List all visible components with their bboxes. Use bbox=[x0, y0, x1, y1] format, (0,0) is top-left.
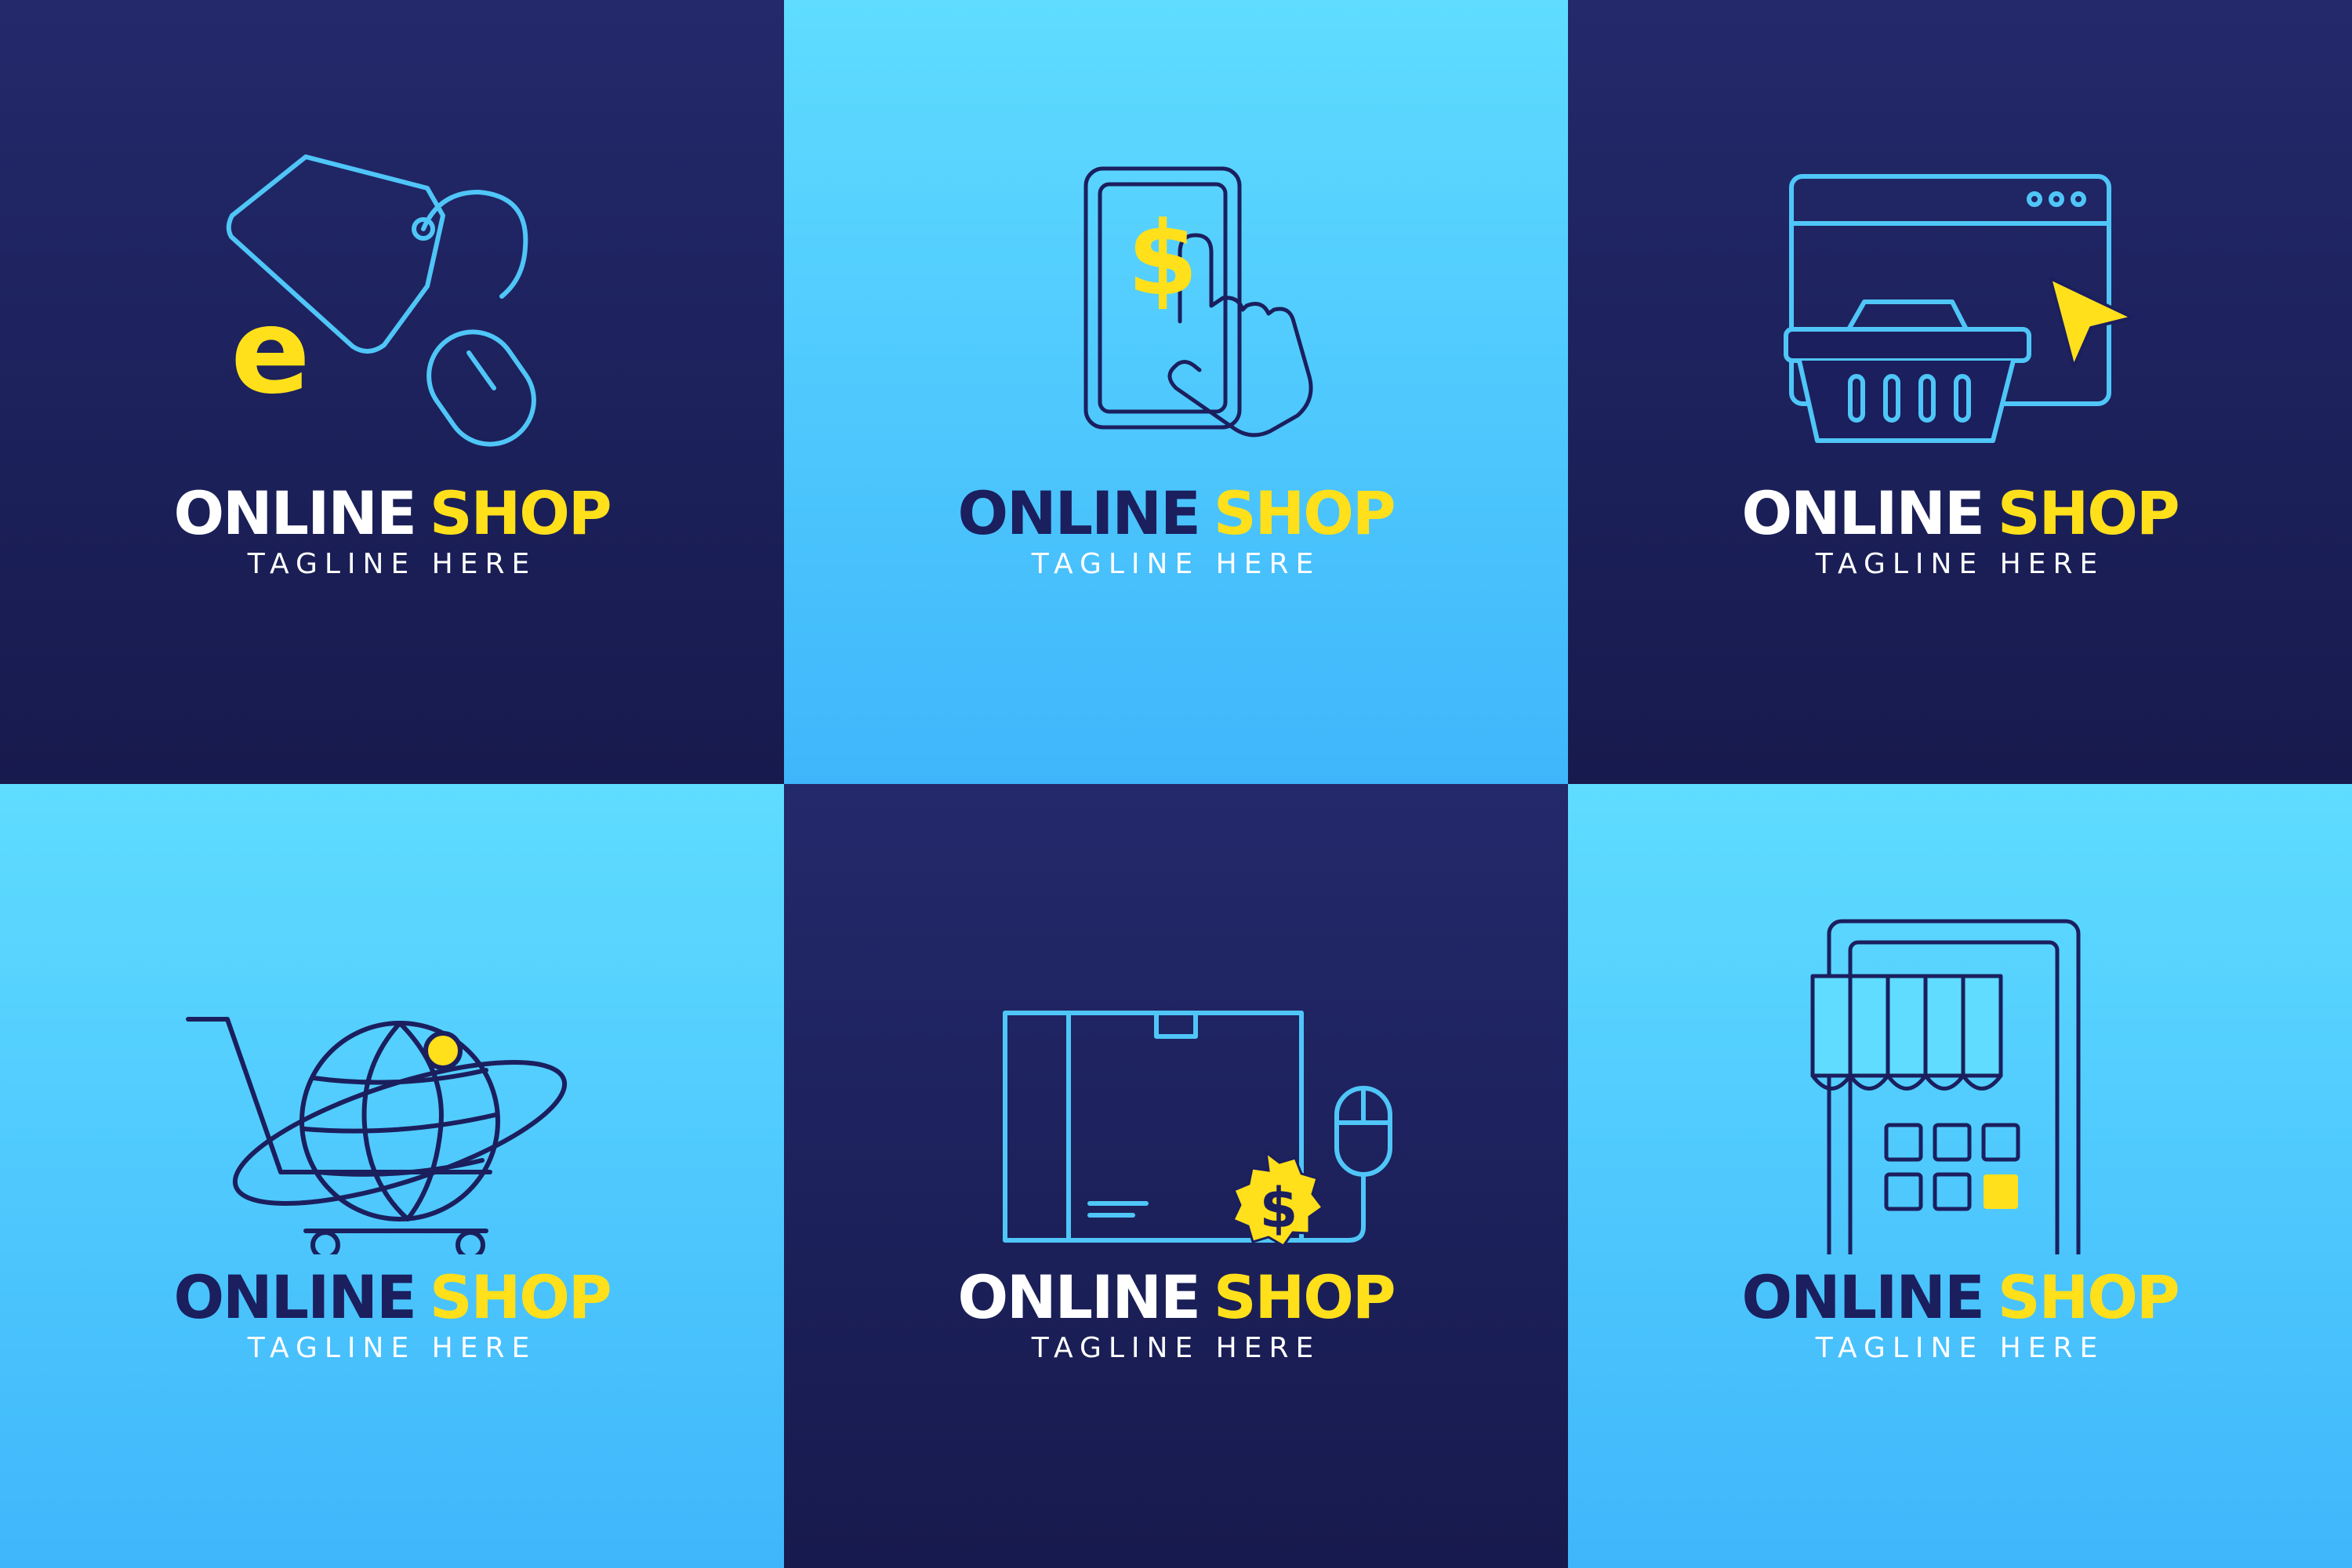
brand-word-online: ONLINE bbox=[957, 478, 1200, 548]
tagline: TAGLINE HERE bbox=[1031, 548, 1321, 580]
tagline: TAGLINE HERE bbox=[1815, 1332, 2105, 1364]
parcel-mouse-icon: $ bbox=[1003, 1011, 1392, 1247]
price-tag-mouse-icon: e bbox=[226, 154, 536, 447]
tagline: TAGLINE HERE bbox=[247, 548, 537, 580]
letter-e-glyph: e bbox=[230, 284, 310, 420]
brand-word-shop: SHOP bbox=[429, 478, 612, 548]
brand-word-shop: SHOP bbox=[1213, 1262, 1396, 1332]
brand-word-shop: SHOP bbox=[1213, 478, 1396, 548]
logo-tile-browser-basket: ONLINE SHOP TAGLINE HERE bbox=[1568, 0, 2352, 784]
brand-name: ONLINE SHOP bbox=[0, 1262, 784, 1333]
brand-word-shop: SHOP bbox=[429, 1262, 612, 1332]
tagline: TAGLINE HERE bbox=[1815, 548, 2105, 580]
cursor-arrow bbox=[2049, 277, 2134, 368]
logo-tile-parcel: $ ONLINE SHOP TAGLINE HERE bbox=[784, 784, 1568, 1568]
smartphone-dollar-icon: $ bbox=[1083, 166, 1313, 437]
logo-collection: e ONLINE SHOP TAGLINE HERE $ ONLINE SHOP T… bbox=[0, 0, 2352, 1568]
brand-word-shop: SHOP bbox=[1997, 1262, 2180, 1332]
logo-tile-price-tag: e ONLINE SHOP TAGLINE HERE bbox=[0, 0, 784, 784]
logo-tile-globe-cart: ONLINE SHOP TAGLINE HERE bbox=[0, 784, 784, 1568]
brand-name: ONLINE SHOP bbox=[1568, 1262, 2352, 1333]
logo-tile-smartphone: $ ONLINE SHOP TAGLINE HERE bbox=[784, 0, 1568, 784]
brand-word-online: ONLINE bbox=[173, 478, 416, 548]
browser-basket-icon bbox=[1784, 174, 2134, 443]
tagline: TAGLINE HERE bbox=[247, 1332, 537, 1364]
brand-name: ONLINE SHOP bbox=[1568, 478, 2352, 549]
dollar-sign-glyph: $ bbox=[1260, 1176, 1298, 1240]
highlighted-window bbox=[1984, 1174, 2018, 1209]
brand-word-online: ONLINE bbox=[957, 1262, 1200, 1332]
brand-name: ONLINE SHOP bbox=[784, 1262, 1568, 1333]
globe-cart-icon bbox=[186, 1017, 568, 1254]
location-pin-dot bbox=[423, 1031, 463, 1070]
tablet-storefront-icon bbox=[1810, 919, 2081, 1254]
brand-word-online: ONLINE bbox=[1741, 478, 1984, 548]
brand-word-online: ONLINE bbox=[1741, 1262, 1984, 1332]
brand-word-online: ONLINE bbox=[173, 1262, 416, 1332]
brand-word-shop: SHOP bbox=[1997, 478, 2180, 548]
brand-name: ONLINE SHOP bbox=[784, 478, 1568, 549]
brand-name: ONLINE SHOP bbox=[0, 478, 784, 549]
logo-tile-tablet-store: ONLINE SHOP TAGLINE HERE bbox=[1568, 784, 2352, 1568]
dollar-sign-glyph: $ bbox=[1127, 199, 1198, 318]
tagline: TAGLINE HERE bbox=[1031, 1332, 1321, 1364]
